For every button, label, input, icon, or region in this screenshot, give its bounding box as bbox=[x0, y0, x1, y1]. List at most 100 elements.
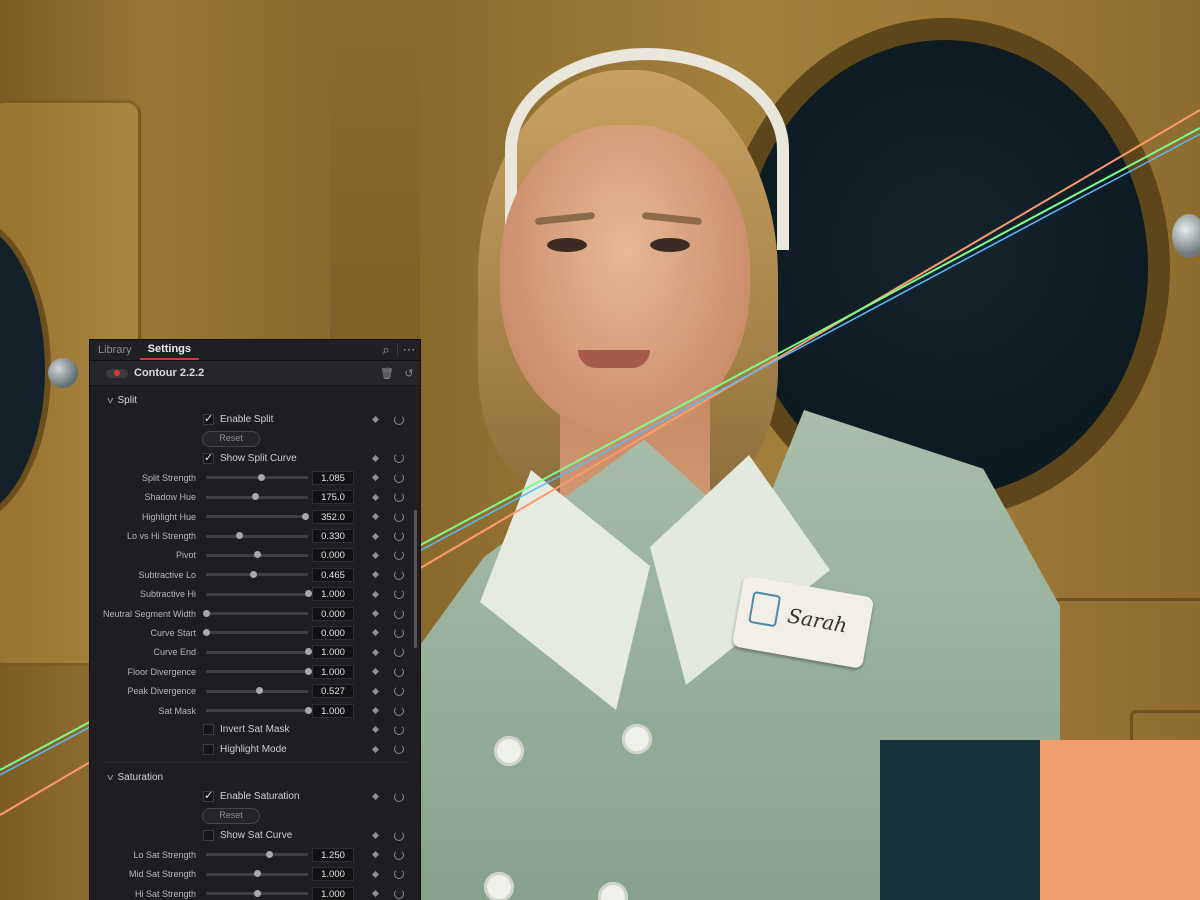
reset-icon[interactable] bbox=[394, 608, 404, 619]
param-value-field[interactable]: 0.000 bbox=[312, 606, 354, 621]
reset-icon[interactable] bbox=[394, 550, 404, 561]
keyframe-icon[interactable] bbox=[371, 571, 380, 579]
param-slider[interactable] bbox=[206, 850, 308, 858]
keyframe-icon[interactable] bbox=[371, 745, 380, 753]
enable-split-checkbox[interactable] bbox=[203, 412, 214, 426]
slider-handle[interactable] bbox=[253, 551, 261, 559]
param-slider[interactable] bbox=[206, 706, 312, 714]
slider-handle[interactable] bbox=[202, 609, 210, 617]
slider-handle[interactable] bbox=[304, 590, 312, 598]
search-icon[interactable]: ⌕ bbox=[375, 342, 397, 358]
param-slider[interactable] bbox=[206, 473, 308, 481]
reset-icon[interactable] bbox=[394, 531, 404, 542]
param-value-field[interactable]: 1.000 bbox=[312, 645, 354, 660]
keyframe-icon[interactable] bbox=[371, 890, 380, 898]
reset-effect-icon[interactable]: ↺ bbox=[398, 367, 420, 380]
keyframe-icon[interactable] bbox=[371, 687, 380, 695]
param-slider[interactable] bbox=[206, 870, 308, 878]
keyframe-icon[interactable] bbox=[371, 513, 380, 521]
reset-icon[interactable] bbox=[394, 686, 404, 697]
reset-icon[interactable] bbox=[394, 724, 404, 735]
invert-sat-mask-checkbox[interactable] bbox=[203, 724, 214, 736]
keyframe-icon[interactable] bbox=[371, 493, 380, 501]
slider-handle[interactable] bbox=[202, 628, 210, 636]
reset-icon[interactable] bbox=[394, 569, 404, 580]
param-slider[interactable] bbox=[206, 532, 308, 540]
param-value-field[interactable]: 0.330 bbox=[312, 529, 354, 544]
param-slider[interactable] bbox=[206, 590, 312, 598]
keyframe-icon[interactable] bbox=[371, 726, 380, 734]
param-value-field[interactable]: 1.000 bbox=[312, 886, 354, 900]
slider-handle[interactable] bbox=[252, 493, 260, 501]
show-sat-curve-checkbox[interactable] bbox=[203, 830, 214, 841]
section-split-header[interactable]: v Split bbox=[90, 390, 420, 410]
saturation-reset-button[interactable]: Reset bbox=[202, 808, 260, 825]
slider-handle[interactable] bbox=[256, 687, 264, 695]
keyframe-icon[interactable] bbox=[371, 532, 380, 540]
param-slider[interactable] bbox=[206, 493, 308, 501]
param-value-field[interactable]: 1.085 bbox=[312, 470, 354, 485]
effect-enable-toggle[interactable] bbox=[106, 368, 128, 378]
param-slider[interactable] bbox=[206, 889, 308, 897]
param-value-field[interactable]: 175.0 bbox=[312, 490, 354, 505]
split-reset-button[interactable]: Reset bbox=[202, 431, 260, 448]
param-slider[interactable] bbox=[206, 551, 308, 559]
reset-icon[interactable] bbox=[394, 869, 404, 880]
slider-handle[interactable] bbox=[257, 473, 265, 481]
section-saturation-header[interactable]: v Saturation bbox=[90, 767, 420, 787]
tab-settings[interactable]: Settings bbox=[139, 340, 200, 360]
keyframe-icon[interactable] bbox=[371, 629, 380, 637]
keyframe-icon[interactable] bbox=[371, 454, 380, 463]
param-value-field[interactable]: 0.000 bbox=[312, 548, 354, 563]
reset-icon[interactable] bbox=[394, 666, 404, 677]
param-value-field[interactable]: 0.465 bbox=[312, 567, 354, 582]
param-slider[interactable] bbox=[206, 570, 308, 578]
param-slider[interactable] bbox=[202, 628, 308, 636]
param-value-field[interactable]: 1.000 bbox=[312, 664, 354, 679]
slider-handle[interactable] bbox=[253, 870, 261, 878]
slider-handle[interactable] bbox=[304, 648, 312, 656]
keyframe-icon[interactable] bbox=[371, 831, 380, 840]
reset-icon[interactable] bbox=[394, 744, 404, 755]
slider-handle[interactable] bbox=[304, 667, 312, 675]
param-slider[interactable] bbox=[206, 512, 310, 520]
param-slider[interactable] bbox=[206, 648, 312, 656]
keyframe-icon[interactable] bbox=[371, 590, 380, 598]
reset-icon[interactable] bbox=[394, 849, 404, 860]
param-slider[interactable] bbox=[206, 687, 308, 695]
reset-icon[interactable] bbox=[394, 627, 404, 638]
tab-library[interactable]: Library bbox=[90, 340, 140, 360]
keyframe-icon[interactable] bbox=[371, 551, 380, 559]
reset-icon[interactable] bbox=[394, 589, 404, 600]
param-slider[interactable] bbox=[206, 667, 312, 675]
slider-handle[interactable] bbox=[302, 512, 310, 520]
keyframe-icon[interactable] bbox=[371, 793, 380, 801]
keyframe-icon[interactable] bbox=[371, 610, 380, 618]
keyframe-icon[interactable] bbox=[371, 648, 380, 656]
reset-icon[interactable] bbox=[394, 414, 404, 425]
param-value-field[interactable]: 0.000 bbox=[312, 625, 354, 640]
param-value-field[interactable]: 1.000 bbox=[312, 703, 354, 718]
param-value-field[interactable]: 1.000 bbox=[312, 867, 354, 882]
keyframe-icon[interactable] bbox=[371, 474, 380, 482]
more-options-icon[interactable]: ⋯ bbox=[398, 342, 420, 358]
slider-handle[interactable] bbox=[304, 706, 312, 714]
param-value-field[interactable]: 1.000 bbox=[312, 587, 354, 602]
reset-icon[interactable] bbox=[394, 492, 404, 503]
slider-handle[interactable] bbox=[236, 532, 244, 540]
enable-saturation-checkbox[interactable] bbox=[203, 789, 214, 803]
reset-icon[interactable] bbox=[394, 705, 404, 716]
keyframe-icon[interactable] bbox=[371, 851, 380, 859]
slider-handle[interactable] bbox=[249, 570, 257, 578]
trash-icon[interactable]: 🗑 bbox=[376, 367, 398, 380]
param-value-field[interactable]: 1.250 bbox=[312, 847, 354, 862]
reset-icon[interactable] bbox=[394, 888, 404, 899]
panel-scrollbar[interactable] bbox=[414, 510, 417, 648]
reset-icon[interactable] bbox=[394, 453, 404, 464]
slider-handle[interactable] bbox=[266, 850, 274, 858]
reset-icon[interactable] bbox=[394, 472, 404, 483]
reset-icon[interactable] bbox=[394, 791, 404, 802]
keyframe-icon[interactable] bbox=[371, 416, 380, 424]
param-value-field[interactable]: 0.527 bbox=[312, 684, 354, 699]
reset-icon[interactable] bbox=[394, 830, 404, 841]
